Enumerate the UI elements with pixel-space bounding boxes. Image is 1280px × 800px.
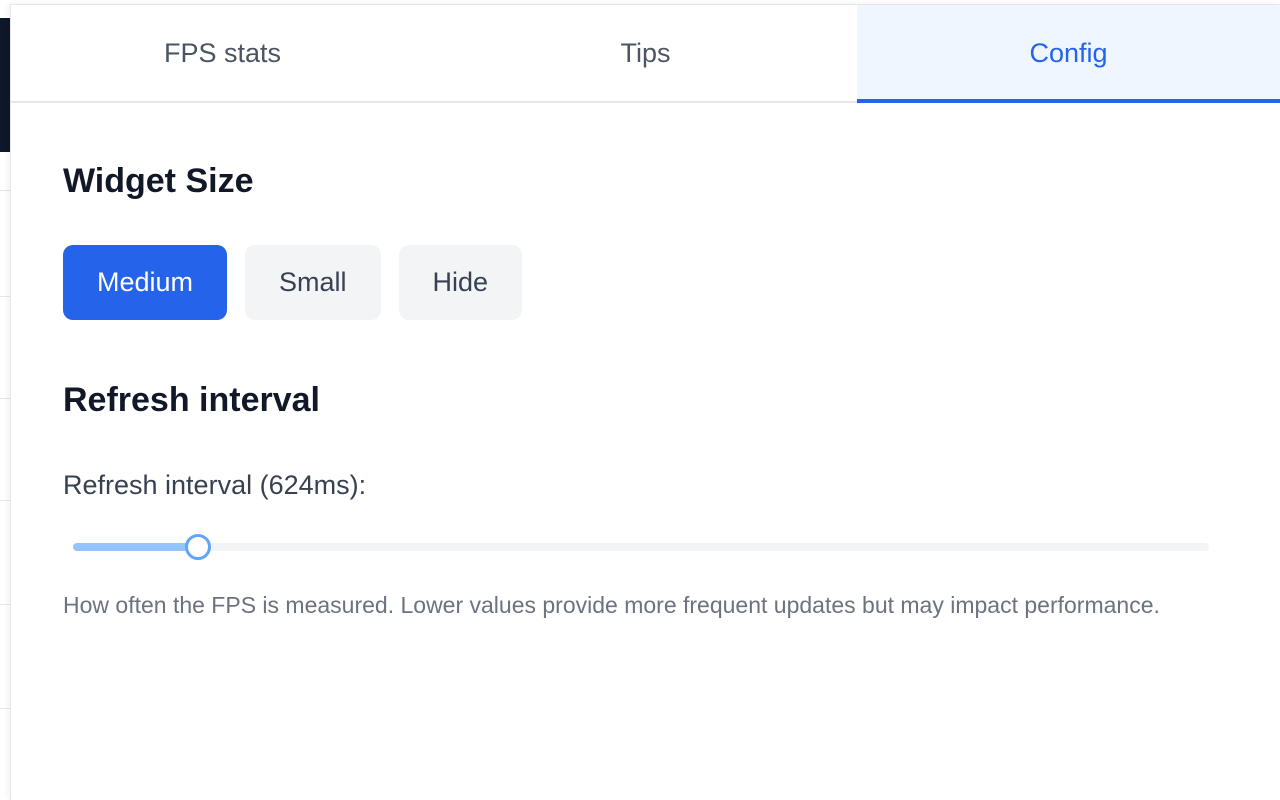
widget-size-options: Medium Small Hide	[63, 245, 1228, 320]
slider-thumb[interactable]	[184, 534, 211, 560]
background-divider	[0, 398, 10, 399]
background-divider	[0, 296, 10, 297]
background-divider	[0, 604, 10, 605]
background-sidebar-edge	[0, 18, 10, 152]
slider-track[interactable]	[73, 543, 1209, 551]
tab-fps-stats[interactable]: FPS stats	[11, 5, 434, 101]
refresh-interval-slider[interactable]	[63, 532, 1209, 562]
refresh-interval-label: Refresh interval (624ms):	[63, 470, 367, 500]
tab-tips[interactable]: Tips	[434, 5, 857, 101]
slider-fill	[73, 543, 198, 551]
config-content: Widget Size Medium Small Hide Refresh in…	[11, 103, 1280, 622]
tab-config[interactable]: Config	[857, 5, 1280, 103]
refresh-interval-help-text: How often the FPS is measured. Lower val…	[63, 592, 1160, 618]
tab-bar: FPS stats Tips Config	[11, 5, 1280, 103]
refresh-interval-heading: Refresh interval	[63, 381, 320, 419]
fps-widget-panel: FPS stats Tips Config Widget Size Medium…	[10, 4, 1280, 800]
widget-size-heading: Widget Size	[63, 162, 254, 200]
background-divider	[0, 190, 10, 191]
size-hide-button[interactable]: Hide	[398, 245, 523, 320]
size-medium-button[interactable]: Medium	[63, 245, 228, 320]
size-small-button[interactable]: Small	[245, 245, 381, 320]
background-divider	[0, 708, 10, 709]
background-divider	[0, 500, 10, 501]
